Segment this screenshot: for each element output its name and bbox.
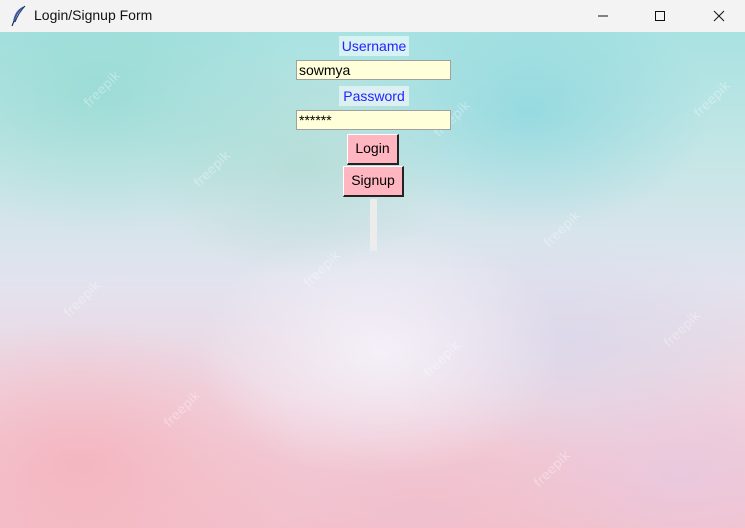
username-label: Username <box>339 36 409 56</box>
watermark: freepik <box>661 308 704 351</box>
watermark: freepik <box>161 388 204 431</box>
watermark: freepik <box>531 448 574 491</box>
close-icon <box>713 10 725 22</box>
app-window: Login/Signup Form freepik freepik freepi… <box>0 0 745 528</box>
watermark: freepik <box>691 78 734 121</box>
username-input[interactable] <box>296 60 451 80</box>
window-title: Login/Signup Form <box>34 7 153 23</box>
background-canvas: freepik freepik freepik freepik freepik … <box>0 32 745 528</box>
minimize-button[interactable] <box>580 0 626 32</box>
password-input[interactable] <box>296 110 451 130</box>
maximize-icon <box>655 11 665 21</box>
watermark: freepik <box>61 278 104 321</box>
password-label: Password <box>339 86 409 106</box>
title-bar[interactable]: Login/Signup Form <box>0 0 745 32</box>
watermark: freepik <box>81 68 124 111</box>
close-button[interactable] <box>696 0 742 32</box>
watermark: freepik <box>541 208 584 251</box>
divider <box>370 199 377 251</box>
minimize-icon <box>598 15 608 17</box>
maximize-button[interactable] <box>637 0 683 32</box>
watermark: freepik <box>191 148 234 191</box>
login-button[interactable]: Login <box>347 134 399 165</box>
watermark: freepik <box>301 248 344 291</box>
feather-icon <box>10 5 28 27</box>
signup-button[interactable]: Signup <box>343 166 404 197</box>
watermark: freepik <box>421 338 464 381</box>
